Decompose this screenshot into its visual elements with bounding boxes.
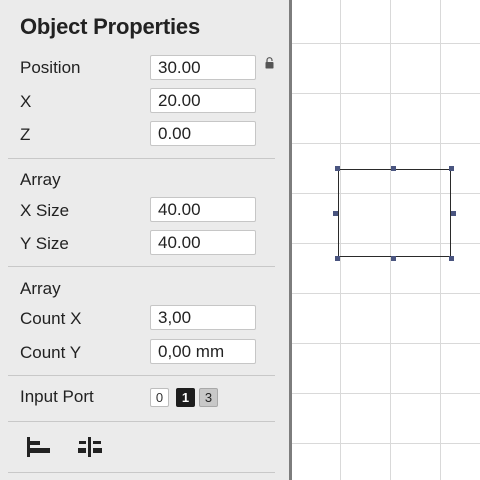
- z-field[interactable]: 0.00: [150, 121, 256, 146]
- input-port-label: Input Port: [20, 387, 94, 406]
- position-label: Position: [20, 58, 81, 77]
- align-left-icon[interactable]: [24, 434, 52, 460]
- resize-handle[interactable]: [449, 166, 454, 171]
- lock-icon[interactable]: [265, 57, 274, 69]
- section-divider: [8, 421, 275, 422]
- input-port-option-1[interactable]: 1: [176, 388, 195, 407]
- y-size-field[interactable]: 40.00: [150, 230, 256, 255]
- y-size-label: Y Size: [20, 234, 69, 253]
- resize-handle[interactable]: [333, 211, 338, 216]
- section-divider: [8, 375, 275, 376]
- x-size-field[interactable]: 40.00: [150, 197, 256, 222]
- count-x-field[interactable]: 3,00: [150, 305, 256, 330]
- count-y-field[interactable]: 0,00 mm: [150, 339, 256, 364]
- resize-handle[interactable]: [391, 256, 396, 261]
- count-y-label: Count Y: [20, 343, 82, 362]
- section-divider: [8, 158, 275, 159]
- panel-title: Object Properties: [20, 14, 200, 39]
- resize-handle[interactable]: [391, 166, 396, 171]
- app-window: Object Properties Position 30.00 X 20.00…: [0, 0, 480, 480]
- array-heading: Array: [20, 170, 61, 189]
- section-divider: [8, 472, 275, 473]
- input-port-option-0[interactable]: 0: [150, 388, 169, 407]
- resize-handle[interactable]: [335, 166, 340, 171]
- z-label: Z: [20, 125, 31, 144]
- resize-handle[interactable]: [449, 256, 454, 261]
- input-port-option-3[interactable]: 3: [199, 388, 218, 407]
- x-field[interactable]: 20.00: [150, 88, 256, 113]
- resize-handle[interactable]: [335, 256, 340, 261]
- section-divider: [8, 266, 275, 267]
- distribute-icon[interactable]: [76, 434, 104, 460]
- x-size-label: X Size: [20, 201, 70, 220]
- selected-rectangle[interactable]: [338, 169, 451, 257]
- resize-handle[interactable]: [451, 211, 456, 216]
- object-properties-panel: Object Properties Position 30.00 X 20.00…: [0, 0, 289, 480]
- position-field[interactable]: 30.00: [150, 55, 256, 80]
- count-x-label: Count X: [20, 309, 82, 328]
- array-heading: Array: [20, 279, 61, 298]
- x-label: X: [20, 92, 32, 111]
